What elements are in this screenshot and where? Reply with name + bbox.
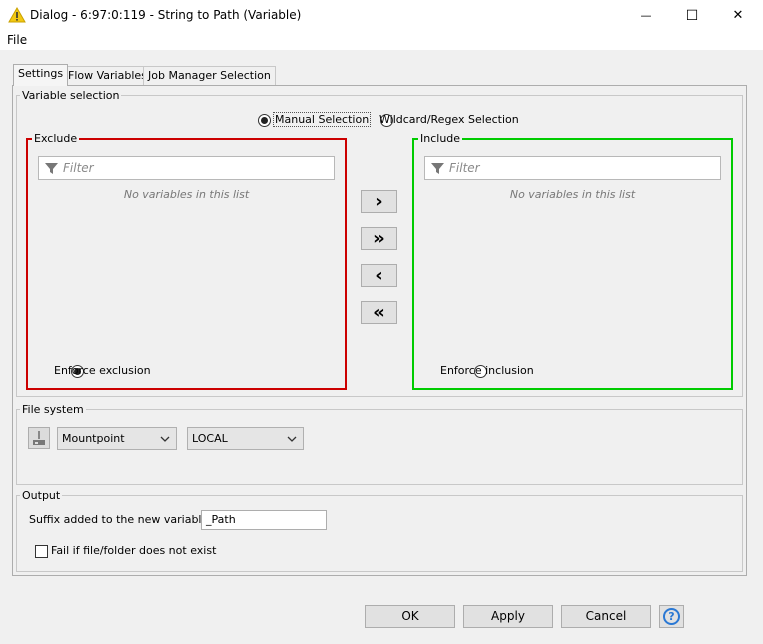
output-group (16, 495, 743, 572)
add-button[interactable]: › (361, 190, 397, 213)
fail-if-not-exist-label[interactable]: Fail if file/folder does not exist (51, 544, 216, 557)
filter-icon (431, 163, 444, 174)
manual-selection-radio[interactable] (258, 114, 271, 127)
suffix-value: _Path (206, 513, 236, 526)
file-system-title: File system (20, 403, 86, 416)
menu-bar: File (0, 31, 763, 50)
suffix-label: Suffix added to the new variables: (29, 513, 218, 526)
enforce-inclusion-label[interactable]: Enforce inclusion (440, 364, 534, 377)
suffix-input[interactable]: _Path (201, 510, 327, 530)
tab-flow-variables[interactable]: Flow Variables (63, 66, 152, 85)
exclude-filter-placeholder: Filter (63, 161, 94, 175)
help-icon: ? (663, 608, 680, 625)
file-system-type-select[interactable]: Mountpoint (57, 427, 177, 450)
manual-selection-label[interactable]: Manual Selection (272, 112, 372, 127)
fail-if-not-exist-checkbox[interactable] (35, 545, 48, 558)
cancel-button[interactable]: Cancel (561, 605, 651, 628)
chevron-down-icon (287, 436, 297, 442)
exclude-empty-message: No variables in this list (123, 188, 250, 201)
connection-status-icon (28, 427, 50, 449)
output-title: Output (20, 489, 63, 502)
include-filter-placeholder: Filter (449, 161, 480, 175)
chevron-right-icon: › (375, 190, 383, 212)
help-button[interactable]: ? (659, 605, 684, 628)
include-empty-message: No variables in this list (509, 188, 636, 201)
exclude-filter-input[interactable]: Filter (38, 156, 335, 180)
title-bar: Dialog - 6:97:0:119 - String to Path (Va… (0, 0, 763, 31)
double-chevron-right-icon: » (373, 227, 385, 249)
remove-all-button[interactable]: « (361, 301, 397, 324)
variable-selection-title: Variable selection (20, 89, 122, 102)
enforce-exclusion-label[interactable]: Enforce exclusion (54, 364, 151, 377)
include-filter-input[interactable]: Filter (424, 156, 721, 180)
include-title: Include (418, 132, 463, 145)
tab-settings[interactable]: Settings (13, 64, 69, 86)
exclude-title: Exclude (32, 132, 80, 145)
close-button[interactable]: ✕ (715, 0, 761, 31)
maximize-icon: ☐ (685, 7, 699, 24)
file-system-type-value: Mountpoint (62, 432, 125, 445)
file-system-location-select[interactable]: LOCAL (187, 427, 304, 450)
wildcard-regex-selection-label[interactable]: Wildcard/Regex Selection (379, 113, 519, 126)
menu-file[interactable]: File (7, 33, 27, 47)
warning-triangle-icon (8, 7, 26, 23)
chevron-left-icon: ‹ (375, 264, 383, 286)
minimize-button[interactable]: — (623, 0, 669, 31)
maximize-button[interactable]: ☐ (669, 0, 715, 31)
double-chevron-left-icon: « (373, 301, 385, 323)
filter-icon (45, 163, 58, 174)
tab-job-manager-selection[interactable]: Job Manager Selection (143, 66, 276, 85)
apply-button[interactable]: Apply (463, 605, 553, 628)
close-icon: ✕ (732, 8, 744, 23)
add-all-button[interactable]: » (361, 227, 397, 250)
chevron-down-icon (160, 436, 170, 442)
remove-button[interactable]: ‹ (361, 264, 397, 287)
window-title: Dialog - 6:97:0:119 - String to Path (Va… (30, 8, 302, 22)
ok-button[interactable]: OK (365, 605, 455, 628)
minimize-icon: — (640, 9, 652, 22)
file-system-location-value: LOCAL (192, 432, 228, 445)
